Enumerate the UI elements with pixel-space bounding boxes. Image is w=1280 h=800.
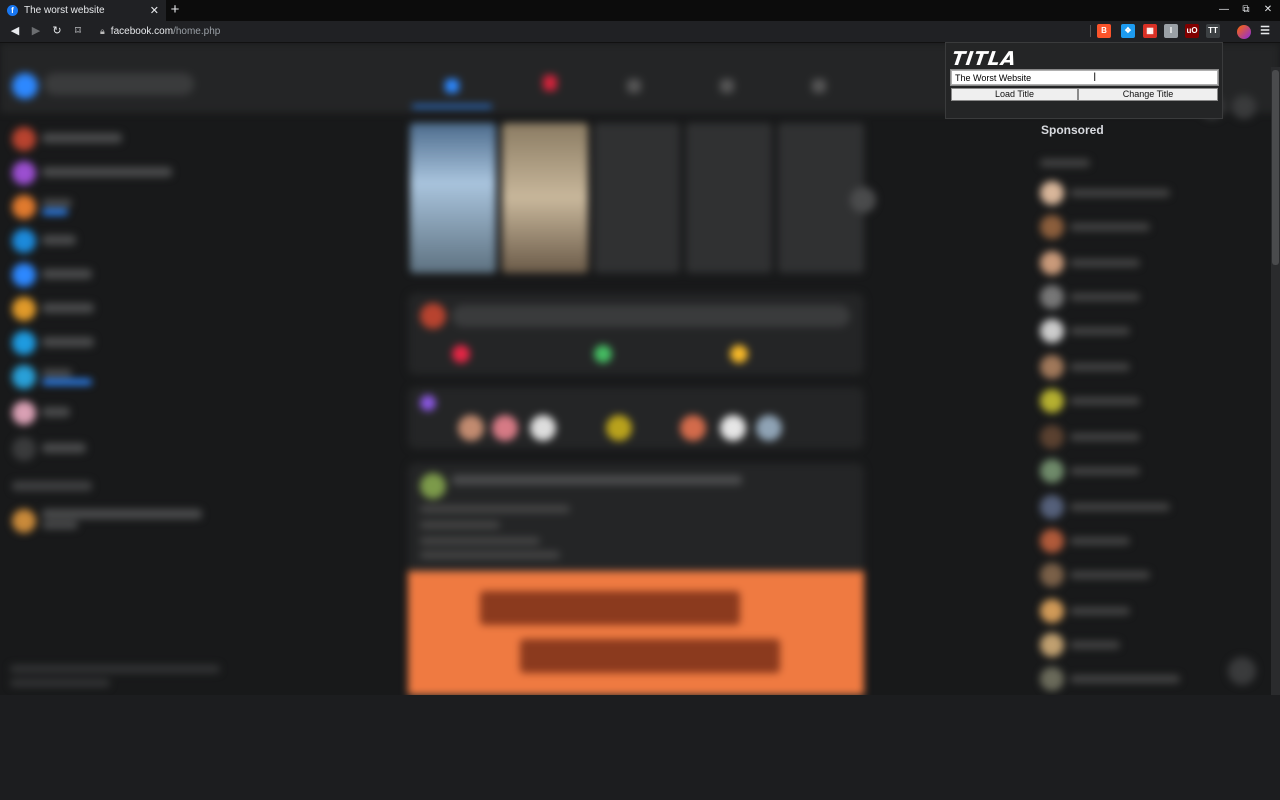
url-path: /home.php xyxy=(173,26,221,37)
tab-title: The worst website xyxy=(24,5,105,16)
browser-tab[interactable]: f The worst website ✕ xyxy=(0,0,166,21)
titla-logo: TITLA xyxy=(950,48,1019,70)
address-bar[interactable]: 🔒︎ facebook.com/home.php xyxy=(96,23,1086,40)
restore-button[interactable]: ⧉ xyxy=(1236,0,1256,21)
title-input[interactable] xyxy=(950,69,1219,86)
brave-shield-icon[interactable]: B xyxy=(1097,24,1111,38)
facebook-page-blurred xyxy=(0,43,1280,695)
url-text: facebook.com/home.php xyxy=(111,26,221,37)
tab-close-icon[interactable]: ✕ xyxy=(150,4,159,17)
lock-icon: 🔒︎ xyxy=(100,26,105,36)
red-counter-extension-icon[interactable]: ▦ xyxy=(1143,24,1157,38)
info-extension-icon[interactable]: I xyxy=(1164,24,1178,38)
change-title-button[interactable]: Change Title xyxy=(1078,88,1218,101)
url-host: facebook.com xyxy=(110,26,174,37)
load-title-button[interactable]: Load Title xyxy=(951,88,1078,101)
browser-menu-icon[interactable]: ☰ xyxy=(1258,24,1272,38)
browser-tab-strip: f The worst website ✕ + — ⧉ ✕ xyxy=(0,0,1280,21)
text-cursor-icon: I xyxy=(1093,70,1097,84)
reload-button[interactable]: ↻ xyxy=(48,21,66,42)
sponsored-heading: Sponsored xyxy=(1041,123,1104,137)
blurred-content xyxy=(0,43,1280,695)
titla-extension-icon[interactable]: TT xyxy=(1206,24,1220,38)
browser-toolbar: ◀ ▶ ↻ ⌑ 🔒︎ facebook.com/home.php xyxy=(0,21,1280,43)
titla-popup: TITLA Load Title Change Title xyxy=(945,42,1223,119)
empty-desktop-area xyxy=(0,695,1280,800)
scrollbar-thumb[interactable] xyxy=(1272,70,1279,265)
bookmark-button[interactable]: ⌑ xyxy=(69,21,87,42)
window-close-button[interactable]: ✕ xyxy=(1258,0,1278,21)
back-button[interactable]: ◀ xyxy=(6,21,24,42)
forward-button[interactable]: ▶ xyxy=(27,21,45,42)
facebook-favicon-icon: f xyxy=(7,5,18,16)
profile-avatar-icon[interactable] xyxy=(1237,25,1251,39)
new-tab-button[interactable]: + xyxy=(168,0,182,21)
minimize-button[interactable]: — xyxy=(1214,0,1234,21)
ublock-extension-icon[interactable]: uO xyxy=(1185,24,1199,38)
toolbar-separator xyxy=(1090,25,1091,37)
bluebird-extension-icon[interactable]: ❖ xyxy=(1121,24,1135,38)
